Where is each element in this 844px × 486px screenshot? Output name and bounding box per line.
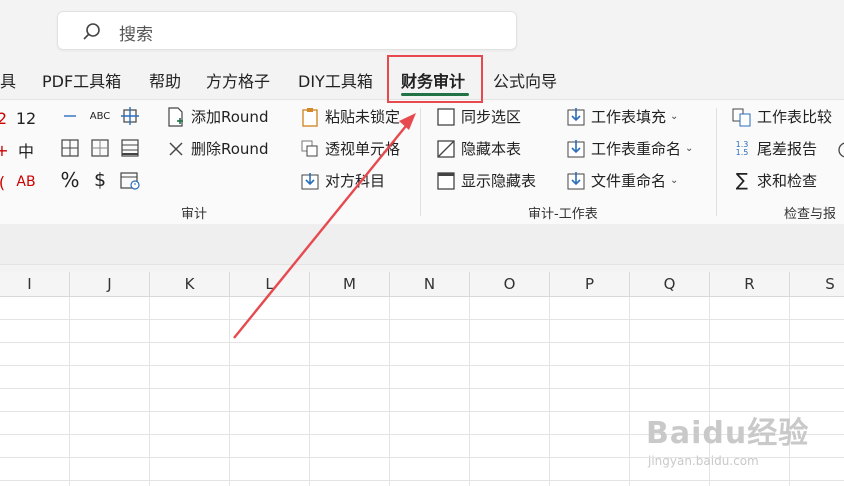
square-icon [436, 107, 456, 127]
sheet-rename-button[interactable]: 工作表重命名 ⌄ [566, 138, 693, 159]
sheet-rename-icon [566, 139, 586, 159]
column-headers: I J K L M N O P Q R S [0, 272, 844, 297]
watermark-brand: Baidu经验 [646, 416, 810, 451]
partial-left-icon-2[interactable]: + [0, 138, 14, 162]
sheet-fill-label: 工作表填充 [591, 108, 667, 126]
show-hidden-sheet-button[interactable]: 显示隐藏表 [436, 170, 536, 191]
search-box[interactable]: 搜索 [57, 11, 517, 50]
partial-left-icon-3[interactable]: ( [0, 170, 14, 194]
document-add-icon [166, 106, 186, 127]
border-grid-alt-icon[interactable] [88, 136, 112, 160]
remove-round-button[interactable]: 删除Round [166, 138, 268, 159]
formula-bar-area [0, 224, 844, 265]
grid-row-line [0, 388, 844, 389]
sigma-icon: ∑ [735, 170, 749, 191]
column-header-j[interactable]: J [70, 272, 150, 296]
compare-icon [732, 107, 752, 127]
file-rename-button[interactable]: 文件重命名 ⌄ [566, 170, 678, 191]
currency-format-button[interactable]: $ [88, 168, 112, 192]
sum-check-label: 求和检查 [757, 172, 818, 190]
chevron-down-icon: ⌄ [685, 143, 694, 154]
show-hidden-sheet-label: 显示隐藏表 [461, 172, 537, 190]
column-header-q[interactable]: Q [630, 272, 710, 296]
border-grid-icon[interactable] [58, 136, 82, 160]
date-calendar-icon[interactable] [118, 168, 142, 192]
group-separator-2 [716, 108, 717, 216]
ribbon-panel: 2 12 + 中 ( AB ABC % $ 添加Round 删除Round [0, 99, 844, 225]
tab-pdf-toolbox[interactable]: PDF工具箱 [42, 68, 121, 92]
watermark-url: jingyan.baidu.com [648, 454, 759, 468]
counterpart-account-label: 对方科目 [325, 172, 386, 190]
paste-unlocked-button[interactable]: 粘贴未锁定 [300, 106, 400, 127]
tab-tools-partial[interactable]: 具 [0, 68, 16, 92]
grid-row-line [0, 480, 844, 481]
tab-help[interactable]: 帮助 [149, 68, 181, 92]
remove-round-label: 删除Round [191, 140, 269, 158]
chevron-down-icon: ⌄ [670, 111, 679, 122]
column-header-m[interactable]: M [310, 272, 390, 296]
column-header-i[interactable]: I [0, 272, 70, 296]
file-rename-label: 文件重命名 [591, 172, 667, 190]
diff-report-button[interactable]: 1.3 1.5 尾差报告 [732, 138, 817, 159]
show-square-icon [436, 171, 456, 191]
column-header-r[interactable]: R [710, 272, 790, 296]
sheet-compare-label: 工作表比较 [757, 108, 833, 126]
cell-insert-icon[interactable] [118, 104, 142, 128]
sheet-fill-icon [566, 107, 586, 127]
counterpart-account-button[interactable]: 对方科目 [300, 170, 385, 191]
column-header-p[interactable]: P [550, 272, 630, 296]
sheet-compare-button[interactable]: 工作表比较 [732, 106, 832, 127]
diff-report-icon: 1.3 1.5 [735, 139, 749, 157]
file-rename-icon [566, 171, 586, 191]
tab-highlight-box [387, 55, 483, 103]
close-icon [166, 139, 186, 159]
table-rows-icon[interactable] [118, 136, 142, 160]
tab-formula-wizard[interactable]: 公式向导 [493, 68, 557, 92]
column-header-k[interactable]: K [150, 272, 230, 296]
column-header-l[interactable]: L [230, 272, 310, 296]
grid-row-line [0, 319, 844, 320]
hide-sheet-button[interactable]: 隐藏本表 [436, 138, 521, 159]
abc-format-button[interactable]: ABC [88, 104, 112, 128]
sync-selection-label: 同步选区 [461, 108, 522, 126]
paste-unlocked-label: 粘贴未锁定 [325, 108, 401, 126]
partial-left-icon-1[interactable]: 2 [0, 106, 14, 130]
chinese-char-button[interactable]: 中 [14, 138, 38, 162]
group-separator-1 [420, 108, 421, 216]
partial-circle-icon[interactable] [834, 138, 844, 162]
minus-line-icon[interactable] [58, 104, 82, 128]
column-header-n[interactable]: N [390, 272, 470, 296]
perspective-cell-icon [300, 139, 320, 159]
diff-report-label: 尾差报告 [757, 140, 818, 158]
grid-row-line [0, 365, 844, 366]
search-placeholder: 搜索 [119, 25, 153, 45]
sheet-fill-button[interactable]: 工作表填充 ⌄ [566, 106, 678, 127]
column-header-o[interactable]: O [470, 272, 550, 296]
search-icon [83, 23, 100, 40]
perspective-cell-label: 透视单元格 [325, 140, 401, 158]
hide-square-icon [436, 139, 456, 159]
hide-sheet-label: 隐藏本表 [461, 140, 522, 158]
add-round-button[interactable]: 添加Round [166, 106, 268, 127]
group-label-audit-sheet: 审计-工作表 [528, 207, 598, 222]
clipboard-icon [300, 107, 320, 127]
tab-fangfang-gezi[interactable]: 方方格子 [206, 68, 270, 92]
sheet-rename-label: 工作表重命名 [591, 140, 682, 158]
add-round-label: 添加Round [191, 108, 269, 126]
tab-diy-toolbox[interactable]: DIY工具箱 [298, 68, 373, 92]
chevron-down-icon: ⌄ [670, 175, 679, 186]
group-label-audit: 审计 [181, 207, 208, 222]
grid-row-line [0, 342, 844, 343]
watermark: Baidu经验 jingyan.baidu.com [646, 408, 809, 468]
font-size-12-button[interactable]: 12 [14, 106, 38, 130]
sum-check-button[interactable]: ∑ 求和检查 [732, 170, 817, 191]
group-label-check: 检查与报 [784, 207, 837, 222]
column-header-s[interactable]: S [790, 272, 844, 296]
percent-format-button[interactable]: % [58, 168, 82, 192]
sync-selection-button[interactable]: 同步选区 [436, 106, 521, 127]
perspective-cell-button[interactable]: 透视单元格 [300, 138, 400, 159]
counterpart-download-icon [300, 171, 320, 191]
ab-case-button[interactable]: AB [14, 170, 38, 194]
